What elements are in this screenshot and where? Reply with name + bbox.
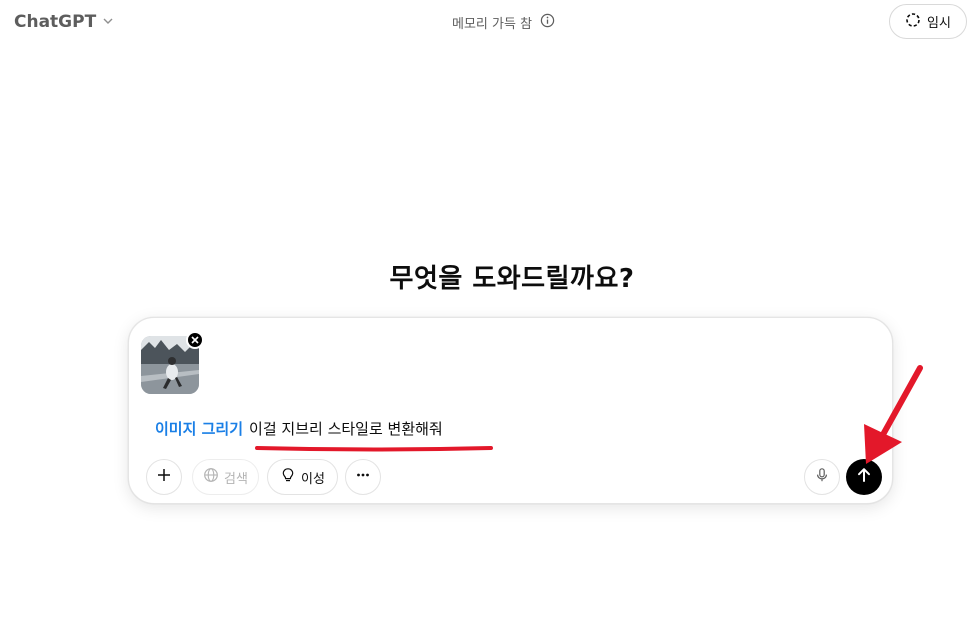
annotation-underline: [255, 446, 493, 452]
info-icon[interactable]: [540, 13, 555, 32]
temporary-chat-button[interactable]: 임시: [889, 4, 967, 39]
search-button[interactable]: 검색: [192, 459, 259, 495]
reason-button-label: 이성: [301, 471, 325, 487]
page-title: 무엇을 도와드릴까요?: [389, 264, 635, 294]
dashed-circle-icon: [905, 12, 921, 32]
memory-status[interactable]: 메모리 가득 참: [452, 13, 555, 32]
brand-title: ChatGPT: [14, 12, 97, 32]
annotation-arrow: [864, 365, 923, 464]
chevron-down-icon: [102, 12, 114, 32]
lightbulb-icon: [280, 467, 296, 487]
memory-status-label: 메모리 가득 참: [452, 17, 533, 32]
more-tools-button[interactable]: [345, 459, 381, 495]
image-tool-tag[interactable]: 이미지 그리기: [155, 420, 243, 438]
reason-button[interactable]: 이성: [267, 459, 338, 495]
globe-icon: [203, 467, 219, 487]
prompt-input[interactable]: 이미지 그리기 이걸 지브리 스타일로 변환해줘: [155, 418, 443, 439]
ellipsis-icon: [355, 467, 371, 487]
search-button-label: 검색: [224, 471, 248, 487]
remove-attachment-button[interactable]: [186, 331, 204, 349]
model-selector[interactable]: ChatGPT: [14, 12, 114, 32]
close-icon: [191, 336, 199, 344]
chat-page: ChatGPT 메모리 가득 참 임시 무엇을 도와드릴까요? 이미지 그리기 …: [0, 0, 975, 638]
add-attachment-button[interactable]: [146, 459, 182, 495]
plus-icon: [156, 467, 172, 487]
prompt-text: 이걸 지브리 스타일로 변환해줘: [249, 420, 443, 438]
temporary-chat-label: 임시: [927, 16, 951, 31]
prompt-composer[interactable]: 이미지 그리기 이걸 지브리 스타일로 변환해줘 검색 이성: [128, 317, 893, 504]
microphone-icon: [814, 467, 830, 487]
voice-input-button[interactable]: [804, 459, 840, 495]
